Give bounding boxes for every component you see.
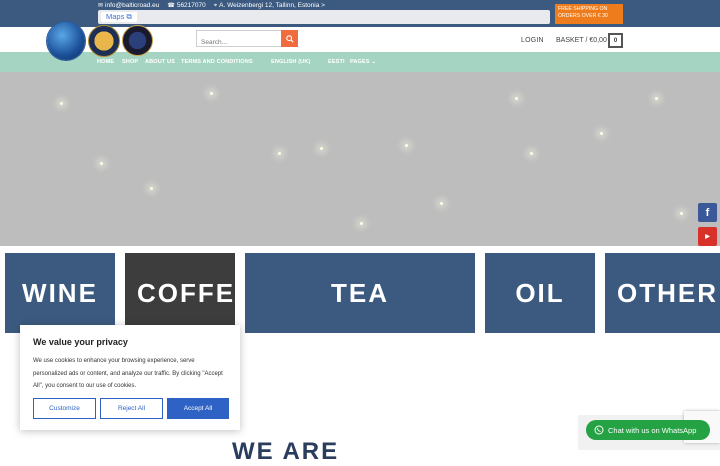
category-wine[interactable]: WINE — [5, 253, 115, 333]
chevron-down-icon: ⌄ — [371, 59, 377, 65]
hero-light — [600, 132, 603, 135]
phone-link[interactable]: ☎ 56217070 — [167, 2, 205, 9]
cookie-text: We use cookies to enhance your browsing … — [33, 358, 223, 389]
nav-item-pages[interactable]: PAGES ⌄ — [350, 59, 376, 65]
hero-light — [210, 92, 213, 95]
hero-light — [515, 97, 518, 100]
email-link[interactable]: ✉ info@balticroad.eu — [98, 2, 159, 9]
free-shipping-badge: FREE SHIPPING ON ORDERS OVER € 30 — [555, 4, 623, 24]
search-button[interactable] — [281, 30, 298, 47]
facebook-icon: f — [705, 206, 710, 219]
maps-button[interactable]: Maps ⧉ — [101, 12, 137, 22]
address-link[interactable]: ⌖ A. Weizenbergi 12, Tallinn, Estonia > — [214, 2, 325, 9]
award-badge-gold — [88, 25, 120, 57]
nav-item-english[interactable]: ENGLISH (UK) — [271, 59, 310, 65]
nav-item-eesti[interactable]: EESTI — [328, 59, 345, 65]
hero-banner — [0, 72, 720, 246]
youtube-button[interactable]: ▶ — [698, 227, 717, 246]
cookie-title: We value your privacy — [33, 337, 128, 347]
hero-light — [320, 147, 323, 150]
external-link-icon: ⧉ — [126, 12, 132, 21]
hero-light — [278, 152, 281, 155]
whatsapp-chat-button[interactable]: Chat with us on WhatsApp — [586, 420, 710, 440]
customize-button[interactable]: Customize — [33, 398, 96, 419]
youtube-icon: ▶ — [705, 234, 710, 240]
nav-item-about[interactable]: ABOUT US — [145, 59, 175, 65]
hero-light — [100, 162, 103, 165]
category-other[interactable]: OTHER — [605, 253, 720, 333]
hero-light — [530, 152, 533, 155]
award-badge-dark — [122, 25, 153, 56]
hero-light — [655, 97, 658, 100]
site-logo[interactable] — [47, 22, 85, 60]
maps-bar: Maps ⧉ — [98, 10, 550, 24]
cookie-consent-dialog: We value your privacy We use cookies to … — [20, 325, 240, 430]
hero-light — [680, 212, 683, 215]
phone-icon: ☎ — [167, 2, 175, 9]
hero-light — [360, 222, 363, 225]
contact-info: ✉ info@balticroad.eu ☎ 56217070 ⌖ A. Weizen… — [98, 1, 325, 10]
envelope-icon: ✉ — [98, 2, 104, 9]
login-link[interactable]: LOGIN — [521, 37, 544, 44]
search-input[interactable] — [197, 35, 281, 50]
whatsapp-icon — [594, 425, 604, 435]
category-oil[interactable]: OIL — [485, 253, 595, 333]
reject-all-button[interactable]: Reject All — [100, 398, 163, 419]
top-bar: ✉ info@balticroad.eu ☎ 56217070 ⌖ A. Weizen… — [0, 0, 720, 27]
cookie-buttons: Customize Reject All Accept All — [33, 398, 229, 419]
location-icon: ⌖ — [213, 2, 218, 9]
search-icon — [285, 34, 294, 43]
nav-item-shop[interactable]: SHOP — [122, 59, 138, 65]
nav-item-home[interactable]: HOME — [97, 59, 114, 65]
search-box — [196, 30, 298, 50]
category-tiles: WINE COFFEE TEA OIL OTHER — [0, 253, 720, 333]
facebook-button[interactable]: f — [698, 203, 717, 222]
hero-light — [405, 144, 408, 147]
accept-all-button[interactable]: Accept All — [167, 398, 229, 419]
category-coffee[interactable]: COFFEE — [125, 253, 235, 333]
basket-link[interactable]: BASKET / €0,00 — [556, 37, 607, 44]
nav-item-terms[interactable]: TERMS AND CONDITIONS — [181, 59, 253, 65]
category-tea[interactable]: TEA — [245, 253, 475, 333]
basket-count[interactable]: 0 — [608, 33, 623, 48]
section-title: WE ARE — [232, 438, 340, 465]
hero-light — [440, 202, 443, 205]
hero-light — [60, 102, 63, 105]
hero-light — [150, 187, 153, 190]
